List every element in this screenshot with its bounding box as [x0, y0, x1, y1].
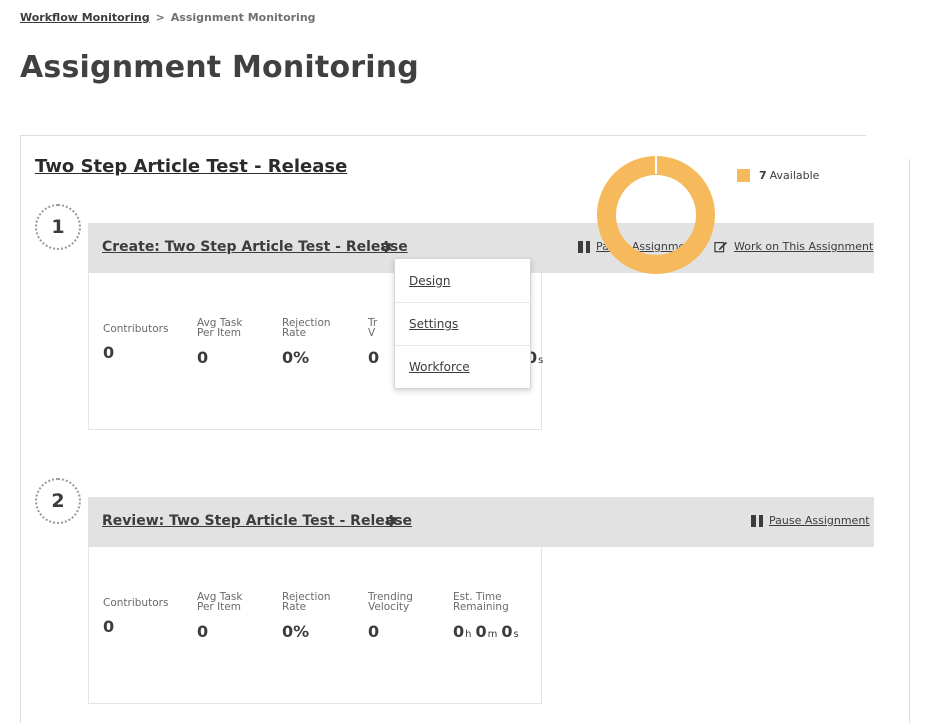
stat-rejection-rate: Rejection Rate: [282, 591, 331, 613]
legend-swatch-available: [737, 169, 750, 182]
stat-avg-task-value: 0: [197, 622, 209, 641]
legend-label-available: Available: [769, 169, 820, 182]
edit-icon: [714, 241, 728, 253]
work-on-assignment-button[interactable]: Work on This Assignment: [714, 240, 873, 253]
stat-rejection-rate: Rejection Rate: [282, 317, 331, 339]
pause-icon: [578, 240, 590, 253]
stat-trending-velocity-value: 0: [368, 348, 380, 367]
assignment-name-review[interactable]: Review: Two Step Article Test - Release: [102, 513, 412, 529]
pause-icon: [751, 514, 763, 527]
stat-contributors-value: 0: [103, 617, 115, 636]
stat-contributors-value: 0: [103, 343, 115, 362]
stat-contributors: Contributors: [103, 323, 169, 335]
workflow-title-link[interactable]: Two Step Article Test - Release: [35, 156, 347, 177]
breadcrumb-current: Assignment Monitoring: [170, 11, 316, 24]
donut-slice-available: [597, 156, 715, 274]
donut-slices: [597, 156, 715, 274]
gear-icon[interactable]: [378, 239, 393, 254]
pause-assignment-label: Pause Assignment: [769, 514, 870, 527]
assignment-settings-dropdown: Design Settings Workforce: [394, 258, 531, 389]
breadcrumb: Workflow Monitoring > Assignment Monitorin…: [20, 11, 316, 24]
page-title: Assignment Monitoring: [20, 50, 419, 85]
work-on-assignment-label: Work on This Assignment: [734, 240, 874, 253]
legend-count-available: 7: [759, 169, 767, 182]
step-number-1: 1: [35, 204, 81, 250]
stat-contributors: Contributors: [103, 597, 169, 609]
stat-trending-velocity: Tr V: [368, 317, 378, 339]
step-number-2: 2: [35, 478, 81, 524]
assignment-header-review: Review: Two Step Article Test - Release …: [88, 497, 874, 547]
stats-panel-review: Contributors 0 Avg Task Per Item 0 Rejec…: [88, 547, 542, 704]
stat-avg-task: Avg Task Per Item: [197, 317, 243, 339]
stat-avg-task-value: 0: [197, 348, 209, 367]
breadcrumb-link-workflow-monitoring[interactable]: Workflow Monitoring: [20, 11, 150, 24]
menu-item-design[interactable]: Design: [395, 259, 530, 302]
breadcrumb-separator: >: [155, 11, 165, 24]
stat-rejection-rate-value: 0%: [282, 622, 310, 641]
stat-avg-task: Avg Task Per Item: [197, 591, 243, 613]
menu-item-workforce[interactable]: Workforce: [395, 345, 530, 388]
stat-trending-velocity: Trending Velocity: [368, 591, 413, 613]
stat-rejection-rate-value: 0%: [282, 348, 310, 367]
stat-est-time-remaining-value: 0h 0m 0s: [453, 622, 519, 641]
stat-trending-velocity-value: 0: [368, 622, 380, 641]
stat-est-time-remaining: Est. Time Remaining: [453, 591, 509, 613]
pause-assignment-button[interactable]: Pause Assignment: [751, 514, 870, 527]
assignment-status-donut-chart: [597, 156, 715, 274]
chart-legend: 7 Available: [737, 169, 819, 182]
menu-item-settings[interactable]: Settings: [395, 302, 530, 345]
assignment-name-create[interactable]: Create: Two Step Article Test - Release: [102, 239, 408, 255]
gear-icon[interactable]: [383, 513, 398, 528]
card-corner-mask: [866, 135, 910, 159]
